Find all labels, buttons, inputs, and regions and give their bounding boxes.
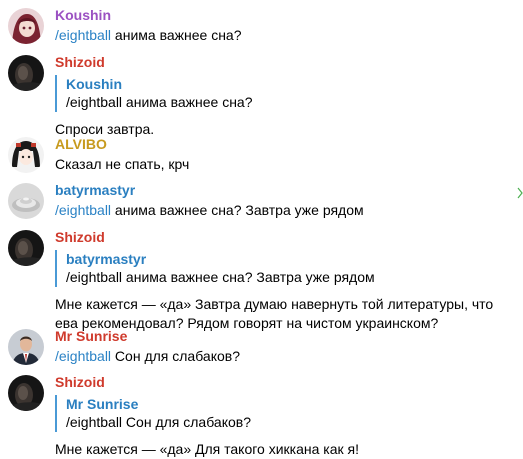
reply-quote[interactable]: Koushin /eightball анима важнее сна? [55, 75, 515, 112]
message-body: Koushin /eightball анима важнее сна? [55, 6, 515, 45]
message-body: Shizoid Mr Sunrise /eightball Сон для сл… [55, 373, 515, 459]
sender-name[interactable]: ALVIBO [55, 135, 515, 153]
avatar-alvibo[interactable] [8, 137, 44, 173]
sender-name[interactable]: Koushin [55, 6, 515, 24]
sender-name[interactable]: Shizoid [55, 228, 515, 246]
message-text: /eightball анима важнее сна? [55, 26, 515, 45]
avatar-shizoid[interactable] [8, 55, 44, 91]
message-text-rest: анима важнее сна? Завтра уже рядом [111, 202, 364, 218]
chat-history[interactable]: Koushin /eightball анима важнее сна? Shi… [0, 0, 523, 457]
message-text-rest: Сон для слабаков? [111, 348, 240, 364]
message-text: /eightball анима важнее сна? Завтра уже … [55, 201, 515, 220]
avatar-shizoid[interactable] [8, 375, 44, 411]
reply-quote[interactable]: batyrmastyr /eightball анима важнее сна?… [55, 250, 515, 287]
avatar-batyrmastyr[interactable] [8, 183, 44, 219]
reply-quote[interactable]: Mr Sunrise /eightball Сон для слабаков? [55, 395, 515, 432]
message-body: Shizoid Koushin /eightball анима важнее … [55, 53, 515, 139]
avatar-koushin[interactable] [8, 8, 44, 44]
message-body: batyrmastyr /eightball анима важнее сна?… [55, 181, 515, 220]
sender-name[interactable]: Shizoid [55, 373, 515, 391]
reply-text: /eightball анима важнее сна? Завтра уже … [66, 269, 375, 285]
sender-name[interactable]: Shizoid [55, 53, 515, 71]
reply-text: /eightball Сон для слабаков? [66, 414, 251, 430]
command-link[interactable]: /eightball [55, 202, 111, 218]
reply-text: /eightball анима важнее сна? [66, 94, 253, 110]
message-text: /eightball Сон для слабаков? [55, 347, 515, 366]
avatar-shizoid[interactable] [8, 230, 44, 266]
chevron-right-icon [517, 187, 523, 199]
message-body: ALVIBO Сказал не спать, крч [55, 135, 515, 174]
reply-sender-name: batyrmastyr [66, 251, 147, 267]
message-text-rest: анима важнее сна? [111, 27, 242, 43]
command-link[interactable]: /eightball [55, 348, 111, 364]
message-text: Мне кажется — «да» Для такого хиккана ка… [55, 441, 359, 457]
message-body: Shizoid batyrmastyr /eightball анима важ… [55, 228, 515, 333]
avatar-mr-sunrise[interactable] [8, 329, 44, 365]
command-link[interactable]: /eightball [55, 27, 111, 43]
message-text: Сказал не спать, крч [55, 156, 190, 172]
reply-sender-name: Koushin [66, 76, 122, 92]
message-body: Mr Sunrise /eightball Сон для слабаков? [55, 327, 515, 366]
sender-name[interactable]: batyrmastyr [55, 181, 515, 199]
sender-name[interactable]: Mr Sunrise [55, 327, 515, 345]
reply-sender-name: Mr Sunrise [66, 396, 139, 412]
